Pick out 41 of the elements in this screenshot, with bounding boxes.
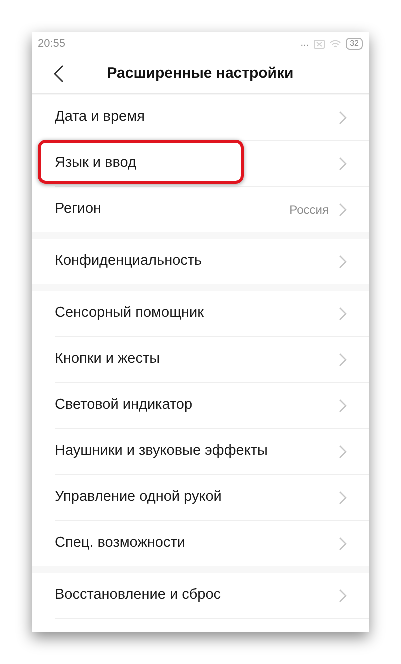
row-label: Восстановление и сброс — [55, 586, 222, 605]
back-button[interactable] — [54, 65, 66, 83]
page-title: Расширенные настройки — [107, 64, 294, 84]
row-value: Россия — [290, 202, 329, 218]
chevron-icon — [339, 156, 347, 170]
settings-row[interactable]: Световой индикатор — [32, 383, 369, 428]
row-label: Язык и ввод — [55, 154, 138, 173]
wifi-icon — [330, 40, 342, 48]
chevron-icon — [339, 588, 347, 602]
row-label: Дата и время — [55, 108, 146, 127]
row-label: Управление одной рукой — [55, 488, 223, 507]
chevron-icon — [339, 444, 347, 458]
row-label: Кнопки и жесты — [55, 350, 162, 369]
row-label: Регион — [55, 200, 103, 219]
settings-row[interactable]: Управление одной рукой — [32, 475, 369, 520]
chevron-icon — [339, 352, 347, 366]
chevron-icon — [339, 490, 347, 504]
row-label: Спец. возможности — [55, 534, 186, 553]
status-time: 20:55 — [38, 36, 66, 52]
row-label: Наушники и звуковые эффекты — [55, 442, 269, 461]
row-label: Конфиденциальность — [55, 252, 204, 271]
chevron-icon — [339, 202, 347, 216]
settings-row[interactable]: Регион Россия — [32, 187, 369, 232]
row-label: Сенсорный помощник — [55, 304, 205, 323]
settings-row[interactable]: Восстановление и сброс — [32, 573, 369, 618]
battery-icon: 32 — [346, 38, 363, 50]
row-label: Световой индикатор — [55, 396, 194, 415]
settings-row[interactable]: Кнопки и жесты — [32, 337, 369, 382]
chevron-icon — [339, 536, 347, 550]
chevron-icon — [339, 398, 347, 412]
chevron-icon — [339, 254, 347, 268]
settings-row[interactable]: Дата и время — [32, 95, 369, 140]
settings-row[interactable]: Конфиденциальность — [32, 239, 369, 284]
chevron-icon — [339, 306, 347, 320]
settings-row[interactable]: Спец. возможности — [32, 521, 369, 566]
overflow-dots: ... — [300, 39, 310, 49]
sim-icon — [314, 40, 326, 48]
settings-row[interactable]: Сенсорный помощник — [32, 291, 369, 336]
settings-row[interactable]: Язык и ввод — [32, 141, 369, 186]
settings-row[interactable]: Наушники и звуковые эффекты — [32, 429, 369, 474]
chevron-icon — [339, 110, 347, 124]
